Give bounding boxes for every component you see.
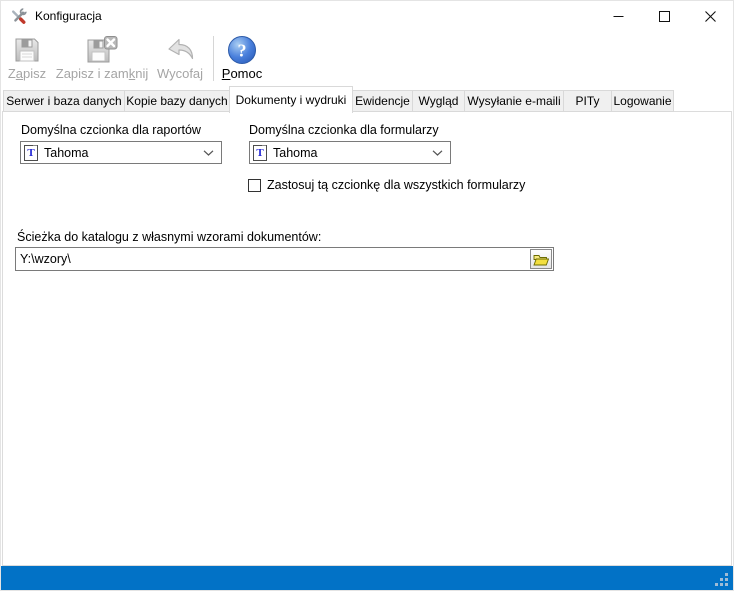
title-bar: Konfiguracja <box>1 1 733 31</box>
report-font-select[interactable]: T Tahoma <box>20 141 222 164</box>
tab-serwer-i-baza-danych[interactable]: Serwer i baza danych <box>3 90 125 112</box>
tab-kopie-bazy-danych[interactable]: Kopie bazy danych <box>124 90 230 112</box>
report-font-label: Domyślna czcionka dla raportów <box>21 123 201 137</box>
apply-font-checkbox-label: Zastosuj tą czcionkę dla wszystkich form… <box>267 178 525 192</box>
form-font-value: Tahoma <box>273 146 317 160</box>
status-bar <box>1 566 733 590</box>
svg-text:?: ? <box>238 40 247 60</box>
toolbar-separator <box>213 36 214 81</box>
save-and-close-button[interactable]: Zapisz i zamknij <box>53 33 151 81</box>
tab-logowanie[interactable]: Logowanie <box>611 90 674 112</box>
minimize-icon <box>613 11 624 22</box>
floppy-disk-close-icon <box>86 33 118 66</box>
maximize-icon <box>659 11 670 22</box>
truetype-font-icon: T <box>253 145 267 161</box>
close-button[interactable] <box>687 1 733 31</box>
resize-grip[interactable] <box>715 573 728 586</box>
undo-arrow-icon <box>165 33 195 66</box>
form-font-select[interactable]: T Tahoma <box>249 141 451 164</box>
form-font-label: Domyślna czcionka dla formularzy <box>249 123 439 137</box>
floppy-disk-icon <box>13 33 41 66</box>
help-question-icon: ? <box>227 33 257 66</box>
templates-path-input[interactable] <box>16 248 529 270</box>
truetype-font-icon: T <box>24 145 38 161</box>
caption-buttons <box>595 1 733 31</box>
chevron-down-icon <box>203 150 214 156</box>
close-icon <box>705 11 716 22</box>
templates-path-field <box>15 247 554 271</box>
browse-folder-button[interactable] <box>530 249 552 269</box>
help-button[interactable]: ? Pomoc <box>217 33 267 81</box>
minimize-button[interactable] <box>595 1 641 31</box>
chevron-down-icon <box>432 150 443 156</box>
tab-ewidencje[interactable]: Ewidencje <box>352 90 413 112</box>
apply-font-checkbox[interactable] <box>248 179 261 192</box>
configuration-window: Konfiguracja <box>0 0 734 591</box>
tab-wyglad[interactable]: Wygląd <box>412 90 465 112</box>
tab-pity[interactable]: PITy <box>563 90 612 112</box>
report-font-value: Tahoma <box>44 146 88 160</box>
tools-icon <box>10 8 27 25</box>
window-title: Konfiguracja <box>35 9 102 23</box>
maximize-button[interactable] <box>641 1 687 31</box>
save-button[interactable]: Zapisz <box>5 33 49 81</box>
tab-wysylanie-e-maili[interactable]: Wysyłanie e-maili <box>464 90 564 112</box>
undo-button[interactable]: Wycofaj <box>153 33 207 81</box>
templates-path-label: Ścieżka do katalogu z własnymi wzorami d… <box>17 230 321 244</box>
toolbar: Zapisz Zapisz i zamknij <box>1 31 733 86</box>
open-folder-icon <box>533 253 549 266</box>
tab-dokumenty-i-wydruki[interactable]: Dokumenty i wydruki <box>229 86 353 113</box>
